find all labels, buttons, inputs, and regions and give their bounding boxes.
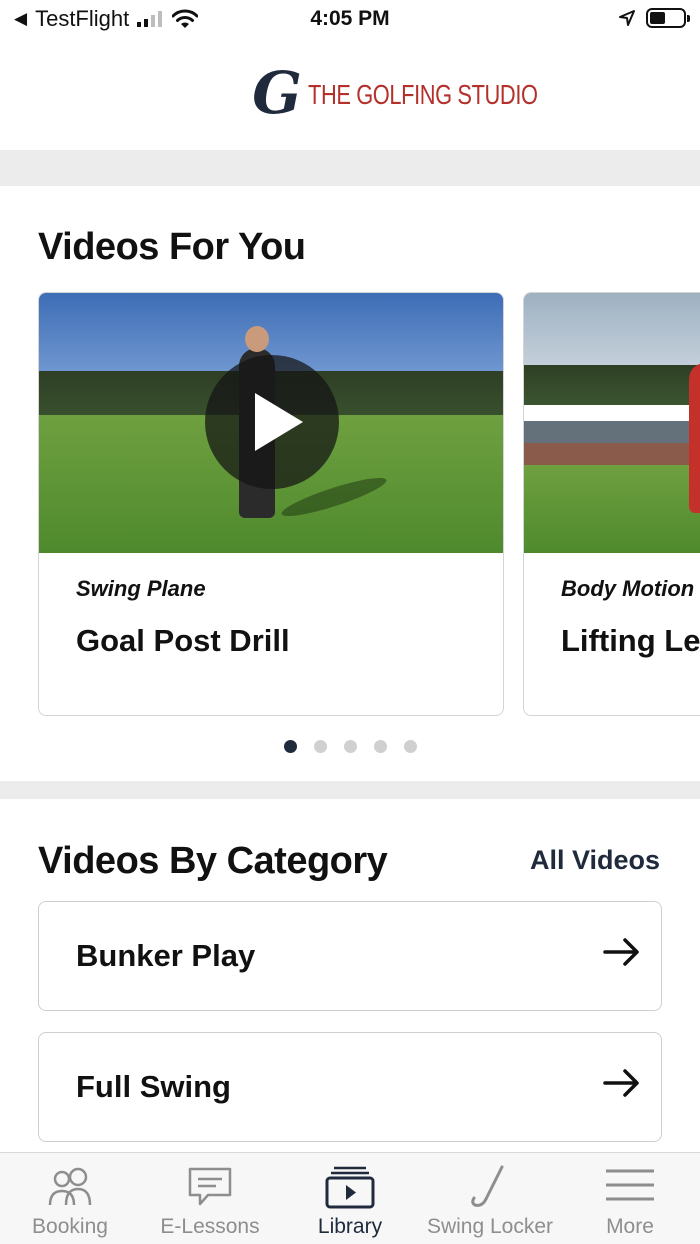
- all-videos-link[interactable]: All Videos: [530, 845, 660, 876]
- video-thumbnail[interactable]: [524, 293, 700, 553]
- page-dot[interactable]: [313, 740, 327, 753]
- tab-label: Swing Locker: [426, 1215, 554, 1238]
- page-dot[interactable]: [283, 740, 297, 753]
- tab-bar: Booking E-Lessons Library Swing Locker M…: [0, 1152, 700, 1244]
- section-divider: [0, 781, 700, 799]
- videos-for-you-heading: Videos For You: [38, 226, 306, 268]
- video-category: Swing Plane: [76, 576, 206, 601]
- category-label: Bunker Play: [76, 938, 256, 973]
- tab-more[interactable]: More: [560, 1153, 700, 1244]
- brand-logo-mark: G: [252, 59, 302, 127]
- videos-by-category-heading: Videos By Category: [38, 840, 388, 882]
- video-title: Goal Post Drill: [76, 623, 290, 658]
- arrow-right-icon: [603, 1069, 639, 1097]
- tab-swing-locker[interactable]: Swing Locker: [420, 1153, 560, 1244]
- video-category: Body Motion: [561, 576, 695, 601]
- tab-label: More: [606, 1215, 654, 1238]
- video-card[interactable]: Swing Plane Goal Post Drill: [38, 292, 504, 716]
- category-row[interactable]: Full Swing: [38, 1032, 662, 1142]
- videos-for-you-carousel[interactable]: Swing Plane Goal Post Drill Body Motion …: [0, 290, 700, 720]
- golf-club-icon: [471, 1165, 504, 1207]
- video-title: Lifting Leg Shift Drill: [561, 623, 700, 658]
- tab-library[interactable]: Library: [280, 1153, 420, 1244]
- menu-icon: [606, 1169, 654, 1201]
- battery-icon: [646, 8, 690, 28]
- app-header: G THE GOLFING STUDIO: [0, 40, 700, 150]
- carousel-page-indicator[interactable]: [0, 740, 700, 753]
- page-dot[interactable]: [373, 740, 387, 753]
- page-dot[interactable]: [403, 740, 417, 753]
- video-library-icon: [325, 1166, 375, 1209]
- people-icon: [48, 1167, 92, 1206]
- video-thumbnail[interactable]: [39, 293, 503, 553]
- status-bar: ◀ TestFlight 4:05 PM: [0, 0, 700, 40]
- status-time: 4:05 PM: [310, 7, 390, 30]
- page-dot[interactable]: [343, 740, 357, 753]
- tab-e-lessons[interactable]: E-Lessons: [140, 1153, 280, 1244]
- tab-label: E-Lessons: [160, 1215, 260, 1238]
- category-label: Full Swing: [76, 1069, 231, 1104]
- location-arrow-icon: [619, 10, 635, 26]
- section-divider: [0, 150, 700, 186]
- brand-name: THE GOLFING STUDIO: [307, 79, 538, 110]
- arrow-right-icon: [603, 938, 639, 966]
- tab-label: Booking: [32, 1215, 108, 1238]
- chat-bubble-icon: [188, 1167, 232, 1206]
- video-card[interactable]: Body Motion Lifting Leg Shift Drill: [523, 292, 700, 716]
- tab-booking[interactable]: Booking: [0, 1153, 140, 1244]
- tab-label: Library: [317, 1215, 383, 1238]
- category-row[interactable]: Bunker Play: [38, 901, 662, 1011]
- play-icon[interactable]: [205, 355, 339, 489]
